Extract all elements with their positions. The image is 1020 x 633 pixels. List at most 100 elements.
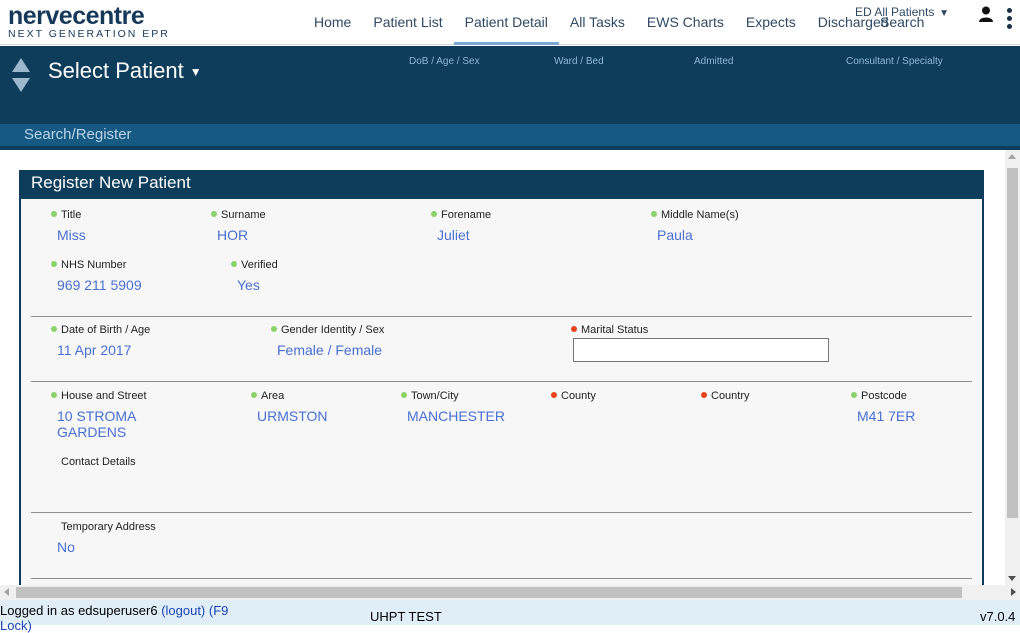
header-col-admitted: Admitted (694, 56, 734, 67)
area-value[interactable]: URMSTON (257, 408, 328, 424)
field-contact-details: Contact Details (61, 456, 136, 468)
panel-title: Register New Patient (19, 170, 984, 199)
f9-lock-link[interactable]: (F9 (209, 603, 229, 618)
logged-in-text: Logged in as edsuperuser6 (0, 603, 158, 618)
status-footer: Logged in as edsuperuser6 (logout) (F9 L… (0, 600, 1020, 633)
patient-nav-arrows (12, 58, 32, 92)
title-value[interactable]: Miss (57, 227, 86, 243)
scroll-thumb[interactable] (16, 587, 962, 598)
status-dot-icon (251, 392, 257, 398)
house-value-line2: GARDENS (57, 424, 127, 440)
field-label: Marital Status (571, 324, 829, 336)
field-label: Date of Birth / Age (51, 324, 150, 336)
status-dot-icon (51, 211, 57, 217)
house-label: House and Street (61, 390, 147, 402)
field-label: County (551, 390, 596, 402)
logo-main-text: nervecentre (8, 2, 145, 30)
scroll-down-icon[interactable] (1008, 576, 1016, 581)
scroll-thumb[interactable] (1007, 168, 1018, 518)
field-temporary-address: Temporary Address No (57, 521, 156, 555)
field-label: Postcode (851, 390, 915, 402)
more-menu-icon[interactable] (1007, 8, 1013, 34)
field-label: Area (251, 390, 328, 402)
nav-home[interactable]: Home (303, 0, 362, 45)
patient-header: Select Patient ▼ DoB / Age / Sex Ward / B… (0, 46, 1020, 124)
environment-label: UHPT TEST (370, 609, 442, 624)
horizontal-scrollbar[interactable] (0, 585, 1020, 600)
search-register-tab[interactable]: Search/Register (24, 126, 132, 143)
logo-sub-text: NEXT GENERATION EPR (8, 28, 170, 40)
field-gender-sex: Gender Identity / Sex Female / Female (271, 324, 384, 358)
county-label: County (561, 390, 596, 402)
dob-label: Date of Birth / Age (61, 324, 151, 336)
section-divider (31, 381, 972, 382)
logout-link[interactable]: (logout) (161, 603, 205, 618)
field-county: County (551, 390, 596, 408)
temporary-address-label: Temporary Address (61, 521, 156, 533)
lock-link[interactable]: Lock) (0, 618, 32, 633)
surname-value[interactable]: HOR (217, 227, 266, 243)
version-label: v7.0.4 (980, 609, 1016, 624)
scroll-right-icon[interactable] (1011, 588, 1016, 596)
status-dot-icon (431, 211, 437, 217)
status-dot-icon (701, 392, 707, 398)
nav-ews-charts[interactable]: EWS Charts (636, 0, 735, 45)
status-dot-icon (51, 261, 57, 267)
verified-value[interactable]: Yes (237, 277, 278, 293)
main-content: Register New Patient Title Miss Surname … (0, 150, 1005, 585)
vertical-scrollbar[interactable] (1005, 150, 1020, 585)
status-dot-icon (211, 211, 217, 217)
temporary-address-value[interactable]: No (57, 539, 156, 555)
contact-details-label: Contact Details (61, 456, 136, 468)
field-label: Surname (211, 209, 266, 221)
forename-value[interactable]: Juliet (437, 227, 491, 243)
scroll-up-icon[interactable] (1008, 154, 1016, 159)
header-col-dob: DoB / Age / Sex (409, 56, 480, 67)
nav-expects[interactable]: Expects (735, 0, 807, 45)
status-dot-icon (401, 392, 407, 398)
marital-status-input[interactable] (573, 338, 829, 362)
postcode-value[interactable]: M41 7ER (857, 408, 915, 424)
town-label: Town/City (411, 390, 459, 402)
field-label: Gender Identity / Sex (271, 324, 384, 336)
field-label: Middle Name(s) (651, 209, 739, 221)
marital-label: Marital Status (581, 324, 649, 336)
top-navigation-bar: nervecentre NEXT GENERATION EPR Home Pat… (0, 0, 1020, 45)
field-label: House and Street (51, 390, 147, 402)
nav-patient-detail[interactable]: Patient Detail (453, 0, 559, 45)
field-verified: Verified Yes (231, 259, 278, 293)
arrow-up-icon[interactable] (12, 58, 30, 72)
field-surname: Surname HOR (211, 209, 266, 243)
select-patient-label: Select Patient (48, 58, 184, 83)
field-town-city: Town/City MANCHESTER (401, 390, 505, 424)
dob-value[interactable]: 11 Apr 2017 (57, 342, 150, 358)
title-label: Title (61, 209, 82, 221)
house-value[interactable]: 10 STROMA GARDENS (57, 408, 147, 440)
gender-value[interactable]: Female / Female (277, 342, 384, 358)
select-patient-dropdown[interactable]: Select Patient ▼ (48, 58, 202, 84)
field-country: Country (701, 390, 750, 408)
nervecentre-logo[interactable]: nervecentre NEXT GENERATION EPR (8, 3, 170, 40)
status-dot-icon (551, 392, 557, 398)
status-dot-icon (271, 326, 277, 332)
field-postcode: Postcode M41 7ER (851, 390, 915, 424)
postcode-label: Postcode (861, 390, 907, 402)
field-label: Verified (231, 259, 278, 271)
field-title: Title Miss (51, 209, 86, 243)
town-value[interactable]: MANCHESTER (407, 408, 505, 424)
field-label: Country (701, 390, 750, 402)
nav-patient-list[interactable]: Patient List (362, 0, 453, 45)
nav-all-tasks[interactable]: All Tasks (559, 0, 636, 45)
field-nhs-number: NHS Number 969 211 5909 (51, 259, 142, 293)
arrow-down-icon[interactable] (12, 78, 30, 92)
nhs-number-value[interactable]: 969 211 5909 (57, 277, 142, 293)
caret-down-icon: ▼ (189, 65, 202, 80)
field-dob-age: Date of Birth / Age 11 Apr 2017 (51, 324, 150, 358)
gender-label: Gender Identity / Sex (281, 324, 385, 336)
user-icon[interactable] (979, 6, 993, 22)
field-label: NHS Number (51, 259, 142, 271)
nav-search[interactable]: Search (880, 14, 924, 30)
section-divider (31, 578, 972, 579)
scroll-left-icon[interactable] (4, 588, 9, 596)
middle-names-value[interactable]: Paula (657, 227, 739, 243)
